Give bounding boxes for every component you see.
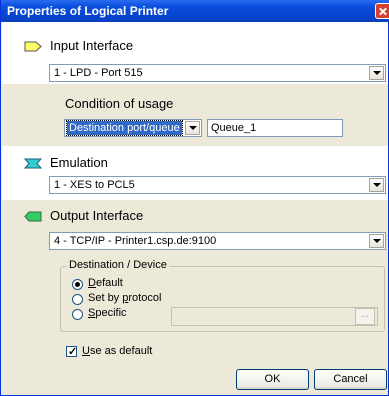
queue-name-value: Queue_1 (211, 122, 257, 134)
condition-type-select[interactable]: Destination port/queue (64, 119, 202, 137)
input-interface-icon (24, 41, 42, 52)
condition-section: Condition of usage Destination port/queu… (2, 84, 388, 146)
queue-name-input[interactable]: Queue_1 (207, 119, 343, 137)
specific-device-input (171, 307, 378, 326)
chevron-down-icon[interactable] (369, 234, 384, 248)
ok-button[interactable]: OK (236, 369, 309, 390)
output-interface-value: 4 - TCP/IP - Printer1.csp.de:9100 (54, 235, 217, 247)
radio-set-by-protocol-label[interactable]: Set by protocol (88, 292, 161, 304)
checkmark-icon: ✓ (68, 346, 78, 358)
use-as-default-checkbox[interactable]: ✓ (66, 346, 78, 358)
chevron-down-icon[interactable] (185, 121, 200, 135)
radio-specific-label[interactable]: Specific (88, 307, 127, 319)
condition-label: Condition of usage (65, 96, 174, 111)
destination-groupbox: Destination / Device Default Set by prot… (60, 259, 385, 332)
condition-type-value: Destination port/queue (66, 120, 183, 136)
radio-specific[interactable] (72, 309, 83, 320)
emulation-section: Emulation 1 - XES to PCL5 (2, 146, 388, 200)
input-interface-value: 1 - LPD - Port 515 (54, 67, 143, 79)
output-interface-select[interactable]: 4 - TCP/IP - Printer1.csp.de:9100 (49, 232, 386, 250)
window-title: Properties of Logical Printer (7, 4, 169, 18)
output-interface-icon (24, 211, 42, 222)
emulation-label: Emulation (50, 155, 108, 170)
use-as-default-label[interactable]: Use as default (82, 345, 152, 357)
destination-legend: Destination / Device (67, 259, 169, 271)
browse-button: ... (355, 308, 375, 325)
cancel-button[interactable]: Cancel (314, 369, 387, 390)
input-interface-select[interactable]: 1 - LPD - Port 515 (49, 64, 386, 82)
emulation-value: 1 - XES to PCL5 (54, 179, 135, 191)
title-bar[interactable]: Properties of Logical Printer (1, 0, 389, 22)
output-interface-label: Output Interface (50, 208, 144, 223)
emulation-select[interactable]: 1 - XES to PCL5 (49, 176, 386, 194)
emulation-icon (24, 158, 42, 169)
radio-default-label[interactable]: Default (88, 277, 123, 289)
chevron-down-icon[interactable] (369, 66, 384, 80)
input-interface-section: Input Interface 1 - LPD - Port 515 (2, 22, 388, 84)
chevron-down-icon[interactable] (369, 178, 384, 192)
radio-set-by-protocol[interactable] (72, 294, 83, 305)
properties-dialog: Properties of Logical Printer Input Inte… (0, 0, 389, 396)
radio-default[interactable] (72, 279, 83, 290)
input-interface-label: Input Interface (50, 38, 134, 53)
close-button[interactable] (375, 3, 389, 19)
